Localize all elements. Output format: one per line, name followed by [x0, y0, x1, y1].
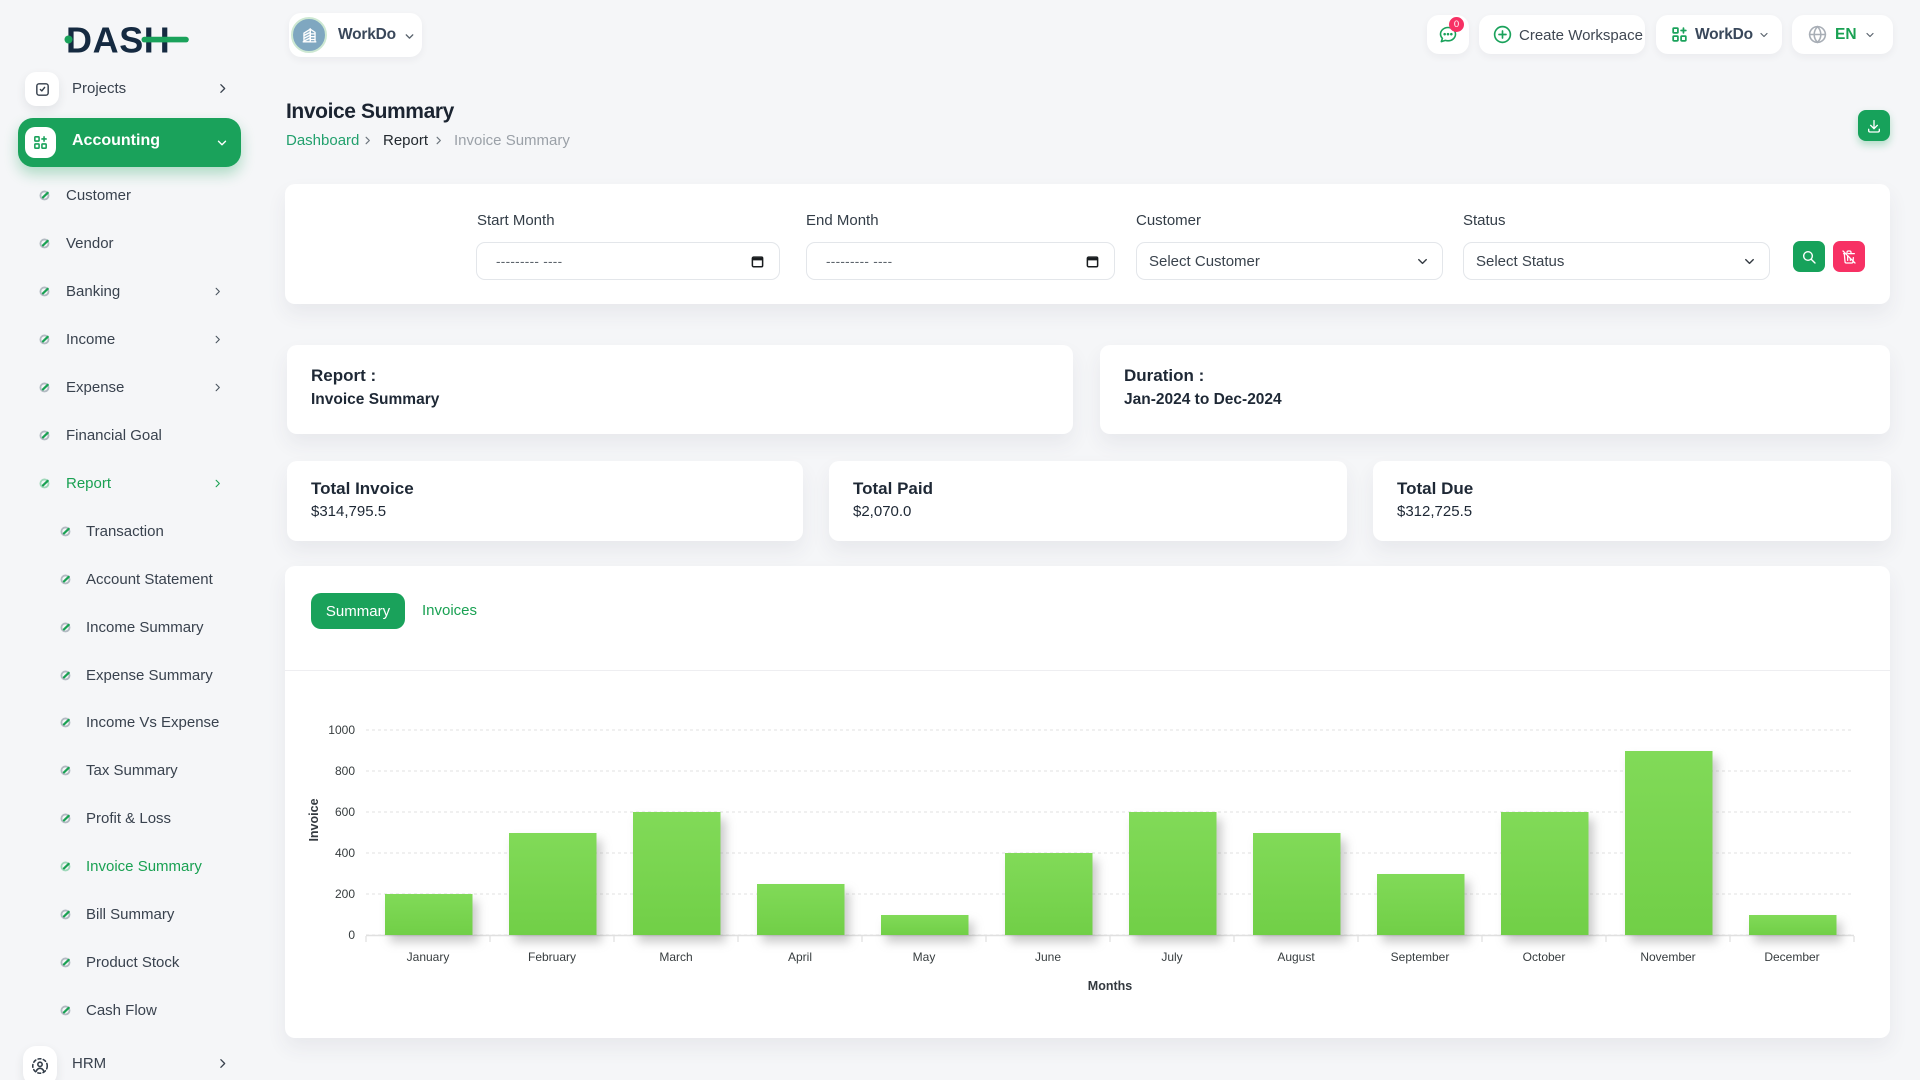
svg-text:1000: 1000: [328, 723, 355, 737]
svg-text:August: August: [1277, 950, 1315, 964]
svg-text:June: June: [1035, 950, 1061, 964]
svg-text:Invoice: Invoice: [307, 798, 321, 841]
svg-text:600: 600: [335, 805, 355, 819]
svg-text:October: October: [1523, 950, 1566, 964]
svg-text:800: 800: [335, 764, 355, 778]
svg-text:September: September: [1391, 950, 1450, 964]
svg-text:April: April: [788, 950, 812, 964]
svg-text:May: May: [913, 950, 936, 964]
svg-text:DASH: DASH: [66, 26, 170, 60]
svg-text:200: 200: [335, 887, 355, 901]
svg-text:400: 400: [335, 846, 355, 860]
svg-text:December: December: [1764, 950, 1819, 964]
svg-text:Months: Months: [1088, 979, 1132, 993]
svg-text:February: February: [528, 950, 576, 964]
svg-text:January: January: [407, 950, 450, 964]
svg-text:0: 0: [348, 928, 355, 942]
svg-text:November: November: [1640, 950, 1695, 964]
svg-text:July: July: [1161, 950, 1182, 964]
svg-text:March: March: [659, 950, 692, 964]
